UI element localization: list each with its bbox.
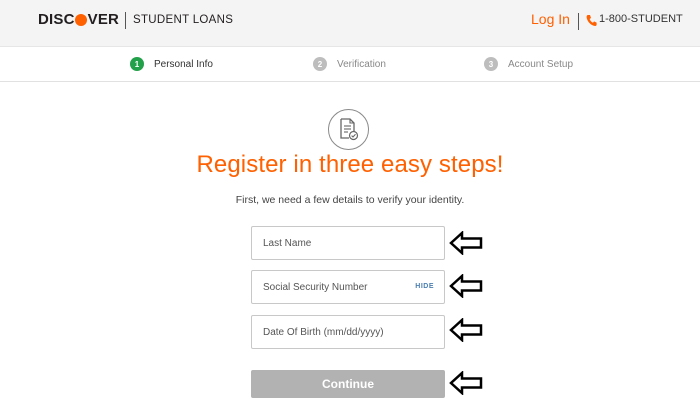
header-divider [578,13,579,30]
step-number: 1 [130,57,144,71]
arrow-left-icon [449,274,483,298]
last-name-input[interactable] [252,227,444,259]
logo-orange-dot [75,13,88,26]
dob-field [251,315,445,349]
step-account-setup: 3 Account Setup [484,57,573,71]
progress-steps: 1 Personal Info 2 Verification 3 Account… [0,46,700,82]
page-title: Register in three easy steps! [196,151,504,178]
step-number: 2 [313,57,327,71]
step-number: 3 [484,57,498,71]
continue-button[interactable]: Continue [251,370,445,398]
last-name-field [251,226,445,260]
arrow-left-icon [449,318,483,342]
step-label: Account Setup [508,58,574,70]
discover-logo[interactable]: DISC VER [38,11,119,28]
logo-text-right: VER [87,11,120,28]
document-check-icon [328,109,369,150]
logo-text-left: DISC [38,11,75,28]
logo-divider [125,12,126,29]
step-label: Verification [337,58,386,70]
step-label: Personal Info [154,58,213,70]
logo-subtitle: STUDENT LOANS [133,14,234,26]
dob-input[interactable] [252,316,444,348]
page-subtitle: First, we need a few details to verify y… [235,194,465,206]
login-link[interactable]: Log In [531,11,570,27]
step-verification: 2 Verification [313,57,386,71]
step-personal-info: 1 Personal Info [130,57,213,71]
ssn-field: HIDE [251,270,445,304]
arrow-left-icon [449,231,483,255]
arrow-left-icon [449,371,483,395]
phone-icon [586,15,597,27]
phone-number[interactable]: 1-800-STUDENT [599,13,683,25]
header: DISC VER STUDENT LOANS Log In 1-800-STUDE… [0,0,700,46]
ssn-hide-toggle[interactable]: HIDE [415,283,434,290]
